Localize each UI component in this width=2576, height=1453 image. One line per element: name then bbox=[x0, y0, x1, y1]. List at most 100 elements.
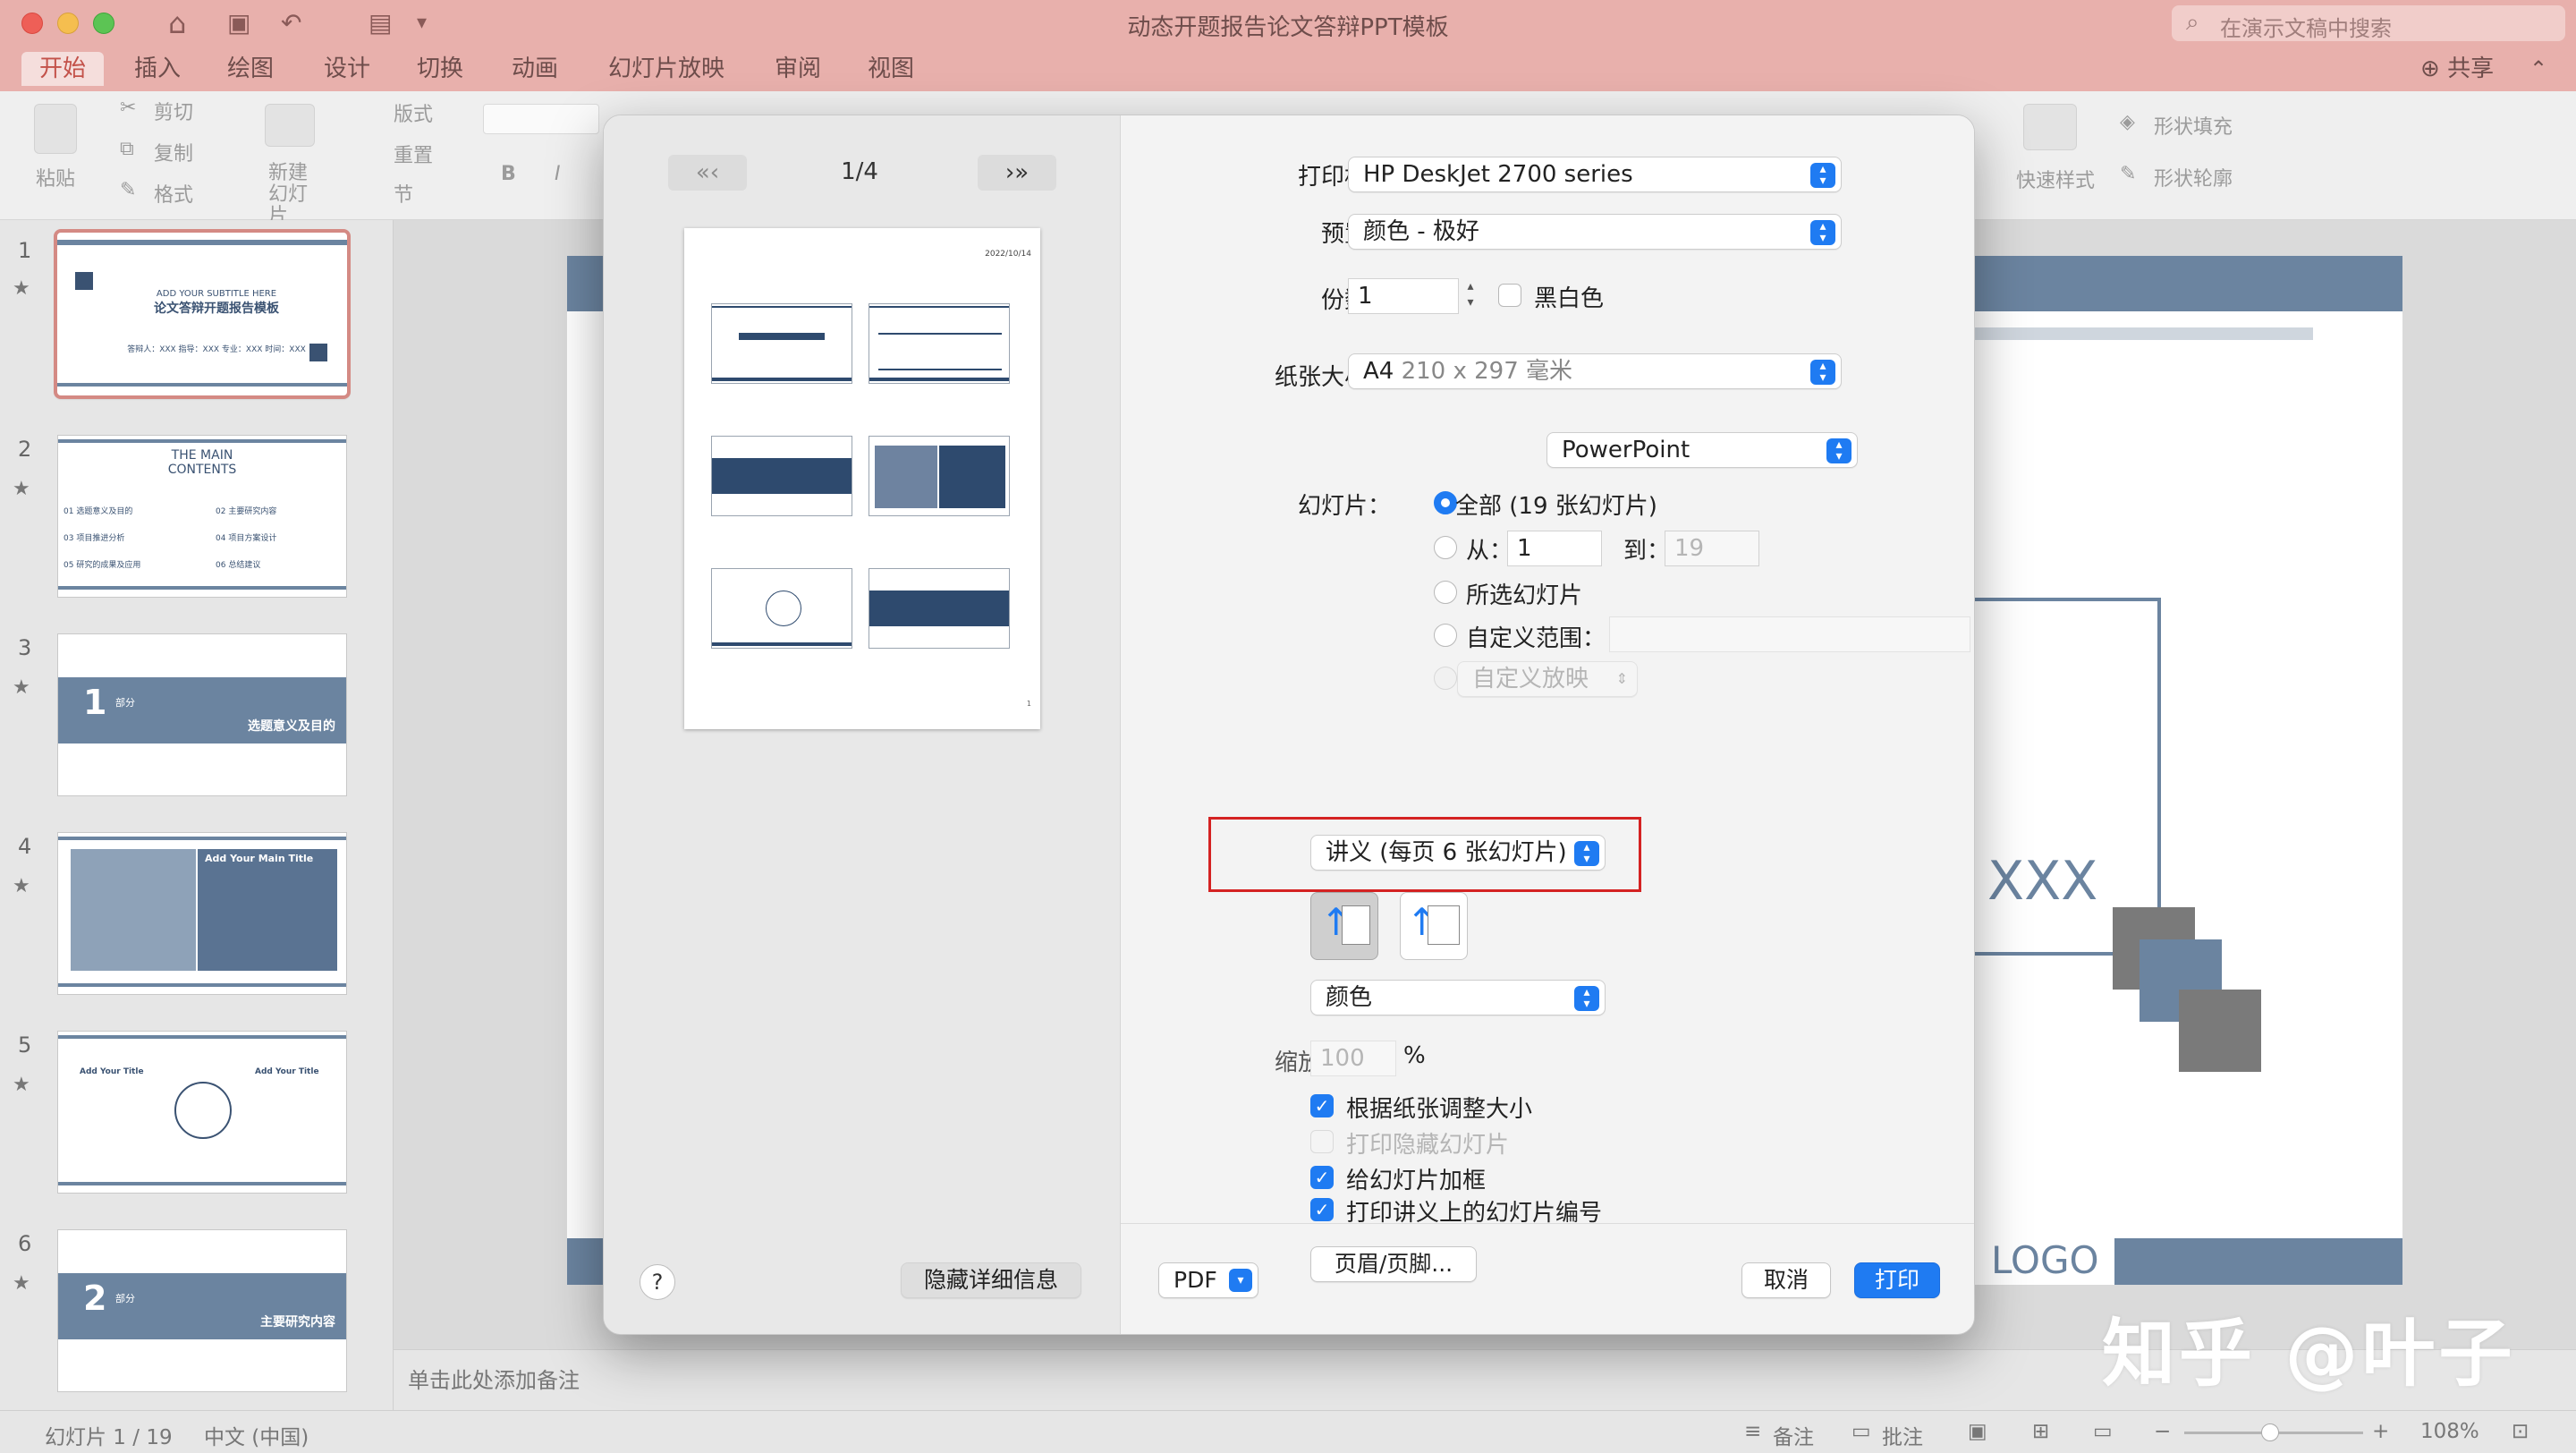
zoom-out-icon[interactable]: − bbox=[2154, 1420, 2171, 1443]
black-white-checkbox[interactable] bbox=[1498, 284, 1521, 307]
tab-view[interactable]: 视图 bbox=[868, 52, 914, 86]
language-indicator[interactable]: 中文 (中国) bbox=[204, 1420, 309, 1450]
paper-size-dimensions: 210 x 297 毫米 bbox=[1401, 358, 1573, 385]
header-footer-button[interactable]: 页眉/页脚... bbox=[1310, 1246, 1477, 1282]
slide-thumbnail-1[interactable]: ADD YOUR SUBTITLE HERE 论文答辩开题报告模板 答辩人：XX… bbox=[54, 229, 351, 399]
section-label[interactable]: 节 bbox=[394, 179, 413, 208]
fit-to-window-icon[interactable]: ⊡ bbox=[2512, 1420, 2529, 1443]
range-from-radio[interactable] bbox=[1434, 536, 1457, 559]
paste-label[interactable]: 粘贴 bbox=[36, 163, 75, 191]
from-field[interactable]: 1 bbox=[1507, 531, 1602, 566]
thumbnail-item: 06 总结建议 bbox=[216, 561, 261, 570]
chevron-updown-icon: ⇕ bbox=[1615, 670, 1628, 687]
cut-icon[interactable]: ✂ bbox=[120, 97, 136, 119]
slide-thumbnail-6[interactable]: 2 部分 主要研究内容 bbox=[57, 1229, 347, 1392]
print-button[interactable]: 打印 bbox=[1854, 1262, 1940, 1298]
slide-thumbnail-2[interactable]: THE MAIN CONTENTS 01 选题意义及目的 03 项目推进分析 0… bbox=[57, 435, 347, 598]
zoom-slider-handle[interactable] bbox=[2261, 1423, 2279, 1441]
search-input[interactable]: ⌕ 在演示文稿中搜索 bbox=[2172, 5, 2565, 41]
star-icon: ★ bbox=[13, 1272, 30, 1295]
slide-thumbnail-5[interactable]: Add Your Title Add Your Title bbox=[57, 1031, 347, 1194]
tab-draw[interactable]: 绘图 bbox=[227, 52, 274, 86]
notes-icon[interactable]: ≡ bbox=[1744, 1420, 1761, 1443]
collapse-ribbon-icon[interactable]: ⌃ bbox=[2529, 52, 2547, 86]
paste-icon[interactable] bbox=[34, 104, 77, 154]
shape-outline-icon[interactable]: ✎ bbox=[2120, 163, 2136, 185]
reset-label[interactable]: 重置 bbox=[394, 140, 433, 168]
custom-range-field[interactable] bbox=[1609, 616, 1970, 652]
landscape-orientation-button[interactable]: ↑ bbox=[1400, 892, 1468, 960]
tab-home[interactable]: 开始 bbox=[21, 52, 105, 86]
layout-select[interactable]: 讲义 (每页 6 张幻灯片) ▴ ▾ bbox=[1310, 835, 1606, 871]
output-select[interactable]: 颜色 ▴ ▾ bbox=[1310, 980, 1606, 1015]
copies-field[interactable]: 1 bbox=[1348, 278, 1459, 314]
notes-placeholder: 单击此处添加备注 bbox=[408, 1368, 580, 1393]
range-custom-radio[interactable] bbox=[1434, 624, 1457, 647]
paper-size-select[interactable]: A4 210 x 297 毫米 ▴ ▾ bbox=[1348, 353, 1842, 389]
tab-animations[interactable]: 动画 bbox=[512, 52, 558, 86]
zoom-level[interactable]: 108% bbox=[2420, 1420, 2479, 1443]
cut-label[interactable]: 剪切 bbox=[154, 97, 193, 125]
comments-icon[interactable]: ▭ bbox=[1852, 1420, 1871, 1443]
shape-fill-label[interactable]: 形状填充 bbox=[2154, 111, 2233, 140]
preview-slide bbox=[869, 436, 1010, 516]
format-painter-icon[interactable]: ✎ bbox=[120, 179, 136, 201]
printer-value: HP DeskJet 2700 series bbox=[1363, 161, 1633, 188]
custom-show-select: 自定义放映 ⇕ bbox=[1457, 661, 1638, 697]
italic-button[interactable]: I bbox=[555, 163, 561, 185]
pdf-label: PDF bbox=[1174, 1267, 1217, 1293]
font-name-field[interactable] bbox=[483, 104, 599, 134]
hide-details-button[interactable]: 隐藏详细信息 bbox=[901, 1262, 1081, 1298]
pdf-menu-button[interactable]: PDF ▾ bbox=[1158, 1262, 1258, 1298]
print-hidden-label: 打印隐藏幻灯片 bbox=[1346, 1132, 1510, 1159]
range-all-radio[interactable] bbox=[1434, 491, 1457, 514]
bold-button[interactable]: B bbox=[501, 163, 516, 185]
help-button[interactable]: ? bbox=[640, 1264, 675, 1300]
title-bar: ⌂ ▣ ↶ ▤ ▾ 动态开题报告论文答辩PPT模板 ⌕ 在演示文稿中搜索 bbox=[0, 0, 2576, 47]
shape-fill-icon[interactable]: ◈ bbox=[2120, 111, 2135, 133]
preset-select[interactable]: 颜色 - 极好 ▴ ▾ bbox=[1348, 214, 1842, 250]
comments-toggle[interactable]: 批注 bbox=[1882, 1420, 1923, 1450]
share-button[interactable]: ⊕ 共享 bbox=[2420, 52, 2494, 86]
quick-styles-label[interactable]: 快速样式 bbox=[2016, 165, 2095, 193]
printer-select[interactable]: HP DeskJet 2700 series ▴ ▾ bbox=[1348, 157, 1842, 192]
first-page-button[interactable]: «‹ bbox=[668, 155, 747, 191]
fit-paper-checkbox[interactable]: ✓ bbox=[1310, 1094, 1334, 1117]
slide-numbers-checkbox[interactable]: ✓ bbox=[1310, 1198, 1334, 1221]
next-page-button[interactable]: ›» bbox=[978, 155, 1056, 191]
format-label[interactable]: 格式 bbox=[154, 179, 193, 208]
thumbnail-heading: Add Your Main Title bbox=[205, 853, 314, 864]
quick-styles-icon[interactable] bbox=[2023, 104, 2077, 150]
normal-view-icon[interactable]: ▣ bbox=[1968, 1420, 1987, 1443]
tab-transitions[interactable]: 切换 bbox=[417, 52, 463, 86]
copy-label[interactable]: 复制 bbox=[154, 138, 193, 166]
watermark-text: 知乎 @叶子 bbox=[2102, 1312, 2516, 1397]
reading-view-icon[interactable]: ▭ bbox=[2093, 1420, 2113, 1443]
to-field[interactable]: 19 bbox=[1665, 531, 1759, 566]
preset-value: 颜色 - 极好 bbox=[1363, 218, 1479, 245]
thumbnail-item: 04 项目方案设计 bbox=[216, 534, 277, 543]
frame-slides-checkbox[interactable]: ✓ bbox=[1310, 1166, 1334, 1189]
range-selected-radio[interactable] bbox=[1434, 581, 1457, 604]
zoom-in-icon[interactable]: + bbox=[2372, 1420, 2389, 1443]
app-settings-select[interactable]: PowerPoint ▴ ▾ bbox=[1546, 432, 1858, 468]
cancel-button[interactable]: 取消 bbox=[1741, 1262, 1831, 1298]
new-slide-label[interactable]: 新建 幻灯片 bbox=[268, 163, 322, 227]
slide-thumbnail-4[interactable]: Add Your Main Title bbox=[57, 832, 347, 995]
star-icon: ★ bbox=[13, 875, 30, 897]
slide-thumbnail-3[interactable]: 1 部分 选题意义及目的 bbox=[57, 633, 347, 796]
tab-slideshow[interactable]: 幻灯片放映 bbox=[608, 52, 724, 86]
tab-insert[interactable]: 插入 bbox=[134, 52, 181, 86]
shape-outline-label[interactable]: 形状轮廓 bbox=[2154, 163, 2233, 191]
copy-icon[interactable]: ⧉ bbox=[120, 138, 134, 160]
notes-toggle[interactable]: 备注 bbox=[1773, 1420, 1814, 1450]
layout-label[interactable]: 版式 bbox=[394, 98, 433, 127]
slide-sorter-icon[interactable]: ⊞ bbox=[2032, 1420, 2049, 1443]
copies-stepper[interactable]: ▴ ▾ bbox=[1461, 278, 1480, 314]
portrait-orientation-button[interactable]: ↑ bbox=[1310, 892, 1378, 960]
thumbnail-item: 05 研究的成果及应用 bbox=[64, 561, 141, 570]
tab-review[interactable]: 审阅 bbox=[775, 52, 821, 86]
slide-xxx-text: XXX bbox=[1987, 850, 2098, 913]
tab-design[interactable]: 设计 bbox=[324, 52, 370, 86]
new-slide-icon[interactable] bbox=[265, 104, 315, 147]
